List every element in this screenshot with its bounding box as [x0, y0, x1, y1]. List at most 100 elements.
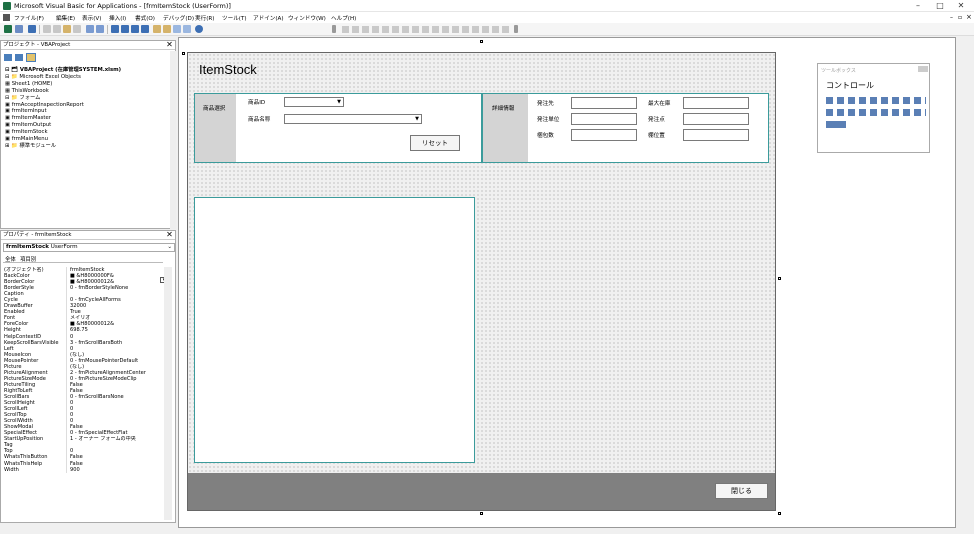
properties-scrollbar[interactable] — [164, 267, 172, 520]
project-close-button[interactable]: ✕ — [165, 41, 174, 50]
properties-close-button[interactable]: ✕ — [165, 231, 174, 240]
resize-handle[interactable] — [778, 277, 781, 280]
toolbox-window: ツールボックス コントロール — [817, 63, 930, 153]
max-stock-textbox[interactable] — [683, 97, 749, 109]
form-heading: ItemStock — [199, 62, 257, 77]
object-selector[interactable]: frmItemStock UserForm ⌄ — [3, 243, 175, 252]
project-explorer-icon[interactable] — [153, 25, 161, 33]
chevron-down-icon[interactable]: ▼ — [414, 116, 420, 123]
item-name-label: 商品名称 — [248, 117, 271, 123]
minimize-button[interactable]: – — [908, 1, 928, 11]
view-object-icon[interactable] — [15, 54, 23, 61]
resize-handle[interactable] — [778, 512, 781, 515]
project-explorer-header: プロジェクト - VBAProject ✕ — [1, 41, 175, 50]
toolbox-icon[interactable] — [183, 25, 191, 33]
find-icon[interactable] — [73, 25, 81, 33]
object-browser-icon[interactable] — [173, 25, 181, 33]
item-name-combobox[interactable]: ▼ — [284, 114, 422, 124]
toolbar-separator — [107, 25, 108, 34]
inner-restore-button[interactable]: ▫ — [958, 14, 962, 21]
reset-button[interactable]: リセット — [410, 135, 460, 151]
property-value[interactable]: 900 — [67, 467, 162, 473]
menu-edit[interactable]: 編集(E) — [56, 14, 75, 22]
chevron-down-icon[interactable]: ▼ — [336, 99, 342, 106]
resize-handle[interactable] — [480, 40, 483, 43]
tree-node-frmiteminput[interactable]: ▣ frmItemInput — [5, 108, 121, 115]
close-button[interactable]: 閉じる — [715, 483, 768, 499]
toolbox-tab-controls[interactable]: コントロール — [826, 80, 874, 91]
designer-scrollbar[interactable] — [957, 37, 967, 528]
menu-tools[interactable]: ツール(T) — [222, 14, 247, 22]
properties-window-icon[interactable] — [163, 25, 171, 33]
title-bar: Microsoft Visual Basic for Applications … — [0, 0, 974, 12]
edit-toolbar-icons[interactable] — [342, 26, 512, 33]
design-mode-icon[interactable] — [141, 25, 149, 33]
save-icon[interactable] — [28, 25, 36, 33]
item-id-combobox[interactable]: ▼ — [284, 97, 344, 107]
tree-node-frmacceptinspectionreport[interactable]: ▣ frmAcceptInspectionReport — [5, 102, 121, 109]
toolbox-controls-icons[interactable] — [826, 97, 926, 129]
menu-view[interactable]: 表示(V) — [82, 14, 101, 22]
inner-minimize-button[interactable]: – — [950, 14, 953, 21]
toolbox-close-icon[interactable] — [918, 66, 928, 72]
supplier-textbox[interactable] — [571, 97, 637, 109]
inner-close-button[interactable]: × — [966, 13, 972, 21]
toolbar-grip-icon[interactable] — [514, 25, 518, 33]
resize-handle[interactable] — [480, 512, 483, 515]
close-window-button[interactable]: ✕ — [951, 1, 971, 11]
tree-node-frmitemoutput[interactable]: ▣ frmItemOutput — [5, 122, 121, 129]
location-textbox[interactable] — [683, 129, 749, 141]
paste-icon[interactable] — [63, 25, 71, 33]
system-menu-icon[interactable] — [3, 14, 10, 21]
order-point-label: 発注点 — [648, 117, 665, 123]
tree-node-frmitemmaster[interactable]: ▣ frmItemMaster — [5, 115, 121, 122]
project-explorer-title: プロジェクト - VBAProject — [3, 42, 71, 48]
item-select-label: 商品選択 — [203, 106, 226, 112]
object-name: frmItemStock — [6, 244, 49, 250]
redo-icon[interactable] — [96, 25, 104, 33]
tree-node-frmmainmenu[interactable]: ▣ frmMainMenu — [5, 136, 121, 143]
help-icon[interactable] — [195, 25, 203, 33]
menu-insert[interactable]: 挿入(I) — [109, 14, 126, 22]
run-icon[interactable] — [111, 25, 119, 33]
order-point-textbox[interactable] — [683, 113, 749, 125]
tree-node-vbaproject[interactable]: ⊟ 🗂 VBAProject (在庫管理SYSTEM.xlsm) — [5, 67, 121, 74]
resize-handle[interactable] — [182, 52, 185, 55]
copy-icon[interactable] — [53, 25, 61, 33]
break-icon[interactable] — [121, 25, 129, 33]
menu-file[interactable]: ファイル(F) — [14, 14, 44, 22]
toggle-folders-icon[interactable] — [26, 53, 36, 62]
tree-node-sheet1[interactable]: ▦ Sheet1 (HOME) — [5, 81, 121, 88]
menu-debug[interactable]: デバッグ(D) — [163, 14, 194, 22]
tree-node-modules[interactable]: ⊞ 📁 標準モジュール — [5, 143, 121, 150]
menu-run[interactable]: 実行(R) — [195, 14, 214, 22]
property-row[interactable]: Width 900 — [4, 466, 162, 473]
property-grid: (オブジェクト名) frmItemStock BackColor ■ &H800000… — [4, 267, 162, 473]
toolbar-separator — [39, 25, 40, 34]
inspection-textbox[interactable] — [571, 129, 637, 141]
maximize-button[interactable]: □ — [930, 1, 950, 11]
menu-format[interactable]: 書式(O) — [135, 14, 155, 22]
reset-icon[interactable] — [131, 25, 139, 33]
excel-view-icon[interactable] — [4, 25, 12, 33]
undo-icon[interactable] — [86, 25, 94, 33]
tree-node-excel-objects[interactable]: ⊟ 📁 Microsoft Excel Objects — [5, 74, 121, 81]
standard-toolbar — [0, 23, 974, 36]
insert-form-icon[interactable] — [15, 25, 23, 33]
view-code-icon[interactable] — [4, 54, 12, 61]
menu-window[interactable]: ウィンドウ(W) — [288, 14, 326, 22]
menu-help[interactable]: ヘルプ(H) — [331, 14, 356, 22]
cut-icon[interactable] — [43, 25, 51, 33]
detail-label: 詳細情報 — [492, 106, 515, 112]
stock-listbox[interactable] — [194, 197, 475, 463]
project-scrollbar[interactable] — [170, 51, 176, 229]
object-type: UserForm — [50, 244, 78, 250]
form-footer — [188, 473, 775, 510]
order-unit-textbox[interactable] — [571, 113, 637, 125]
tree-node-forms[interactable]: ⊟ 📁 フォーム — [5, 95, 121, 102]
tree-node-frmitemstock[interactable]: ▣ frmItemStock — [5, 129, 121, 136]
menu-addins[interactable]: アドイン(A) — [253, 14, 284, 22]
tree-node-thisworkbook[interactable]: ▦ ThisWorkbook — [5, 88, 121, 95]
window-title: Microsoft Visual Basic for Applications … — [14, 2, 231, 10]
toolbar-grip-icon[interactable] — [332, 25, 336, 33]
